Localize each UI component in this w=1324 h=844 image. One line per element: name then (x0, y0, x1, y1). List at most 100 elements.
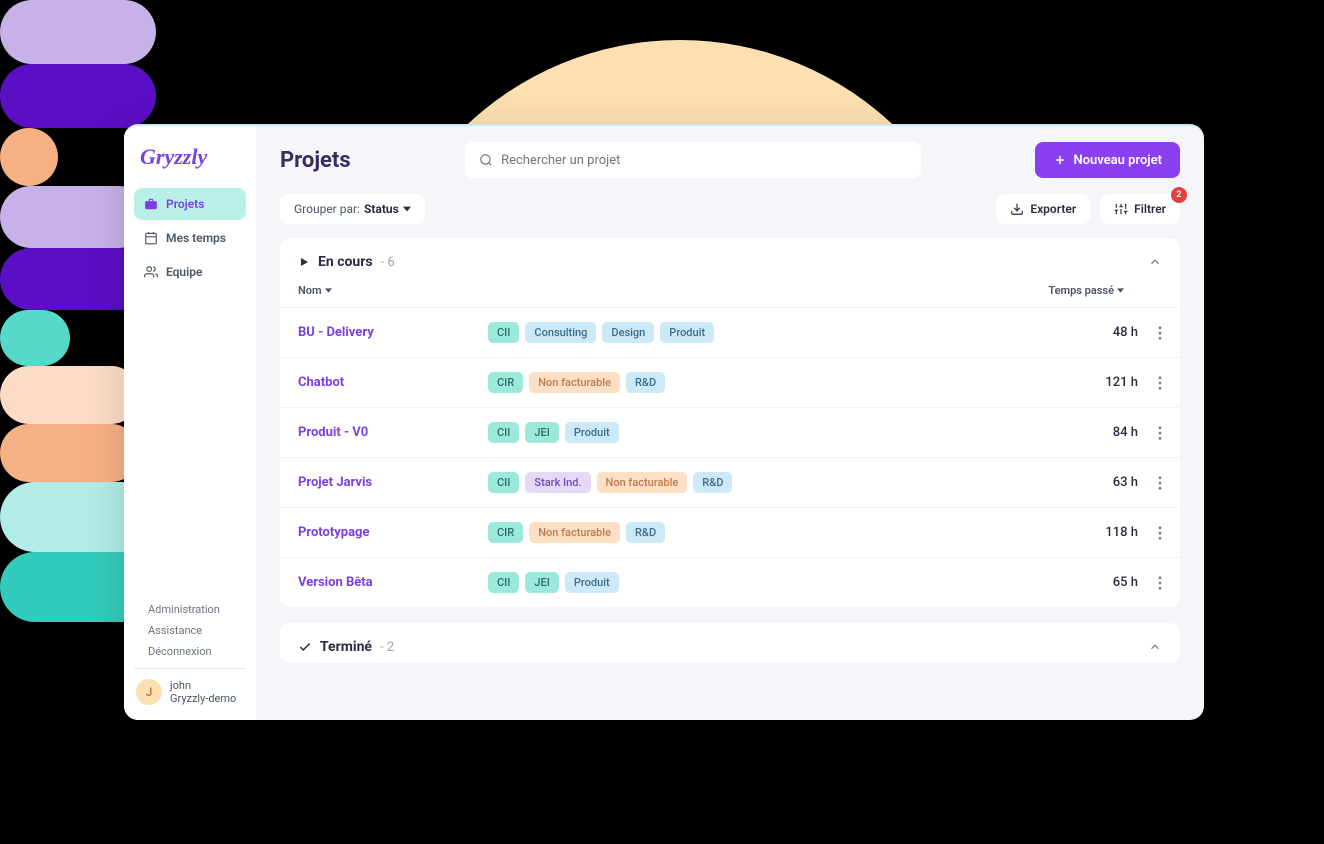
user-org: Gryzzly-demo (170, 692, 236, 706)
sidebar-link-admin[interactable]: Administration (140, 603, 246, 616)
new-project-button[interactable]: Nouveau projet (1035, 142, 1180, 178)
sidebar-item-mes-temps[interactable]: Mes temps (134, 222, 246, 254)
tag[interactable]: JEI (525, 422, 558, 443)
check-icon (298, 640, 312, 654)
tag[interactable]: CII (488, 572, 519, 593)
button-label: Filtrer (1134, 202, 1166, 216)
search-input[interactable] (501, 153, 907, 168)
toolbar: Grouper par: Status Exporter Filtrer 2 (256, 194, 1204, 238)
project-tags: CII Consulting Design Produit (488, 322, 714, 343)
primary-nav: Projets Mes temps Equipe (134, 188, 246, 288)
topbar: Projets Nouveau projet (256, 126, 1204, 194)
column-time[interactable]: Temps passé (1048, 284, 1162, 297)
download-icon (1010, 202, 1024, 216)
group-by-value: Status (364, 202, 399, 216)
tag[interactable]: JEI (525, 572, 558, 593)
group-by-selector[interactable]: Grouper par: Status (280, 194, 425, 224)
tag[interactable]: CIR (488, 522, 523, 543)
sidebar-item-equipe[interactable]: Equipe (134, 256, 246, 288)
tag[interactable]: R&D (626, 372, 665, 393)
calendar-icon (144, 231, 158, 245)
project-time: 65 h (1113, 575, 1138, 590)
project-row: PrototypageCIR Non facturable R&D 118 h (280, 507, 1180, 557)
tag[interactable]: CIR (488, 372, 523, 393)
chevron-up-icon[interactable] (1148, 255, 1162, 269)
tag[interactable]: Non facturable (529, 522, 620, 543)
user-chip[interactable]: J john Gryzzly-demo (134, 679, 246, 707)
tag[interactable]: Non facturable (597, 472, 688, 493)
tag[interactable]: Stark Ind. (525, 472, 590, 493)
column-name[interactable]: Nom (298, 284, 332, 297)
sidebar-footer: Administration Assistance Déconnexion (134, 603, 246, 658)
tag[interactable]: Non facturable (529, 372, 620, 393)
user-meta: john Gryzzly-demo (170, 679, 236, 707)
tag[interactable]: CII (488, 472, 519, 493)
tag[interactable]: Produit (565, 572, 619, 593)
project-tags: CIR Non facturable R&D (488, 372, 665, 393)
button-label: Nouveau projet (1073, 153, 1162, 168)
project-time: 84 h (1113, 425, 1138, 440)
bg-shape (0, 64, 156, 128)
project-name-link[interactable]: Prototypage (298, 525, 488, 540)
sidebar: Gryzzly ProjetsMes tempsEquipe Administr… (124, 126, 256, 720)
bg-shape (0, 424, 140, 482)
page-title: Projets (280, 148, 351, 173)
sidebar-link-assist[interactable]: Assistance (140, 624, 246, 637)
bg-shape (0, 366, 140, 424)
project-row: Produit - V0CII JEI Produit 84 h (280, 407, 1180, 457)
project-group: Terminé- 2 (280, 623, 1180, 663)
row-more-icon[interactable] (1158, 526, 1162, 540)
filter-button[interactable]: Filtrer 2 (1100, 194, 1180, 224)
tag[interactable]: Produit (660, 322, 714, 343)
tag[interactable]: R&D (693, 472, 732, 493)
project-name-link[interactable]: Produit - V0 (298, 425, 488, 440)
sidebar-item-label: Equipe (166, 265, 202, 279)
group-count: - 6 (381, 255, 395, 270)
tag[interactable]: Produit (565, 422, 619, 443)
project-row: BU - DeliveryCIIConsultingDesignProduit4… (280, 307, 1180, 357)
row-more-icon[interactable] (1158, 476, 1162, 490)
bg-shape (0, 128, 58, 186)
project-time: 118 h (1105, 525, 1138, 540)
sidebar-link-logout[interactable]: Déconnexion (140, 645, 246, 658)
project-name-link[interactable]: Chatbot (298, 375, 488, 390)
project-tags: CII JEI Produit (488, 572, 619, 593)
tag[interactable]: CII (488, 322, 519, 343)
project-name-link[interactable]: BU - Delivery (298, 325, 488, 340)
group-header[interactable]: Terminé- 2 (280, 623, 1180, 663)
bg-shape (0, 310, 70, 366)
plus-icon (1053, 153, 1067, 167)
project-tags: CIR Non facturable R&D (488, 522, 665, 543)
project-time: 121 h (1105, 375, 1138, 390)
export-button[interactable]: Exporter (996, 194, 1090, 224)
table-columns: Nom Temps passé (280, 278, 1180, 307)
row-more-icon[interactable] (1158, 326, 1162, 340)
bg-shape (0, 0, 156, 64)
sidebar-link-label: Assistance (148, 624, 202, 637)
people-icon (144, 265, 158, 279)
project-name-link[interactable]: Projet Jarvis (298, 475, 488, 490)
main-area: Projets Nouveau projet Grouper par: Stat… (256, 126, 1204, 720)
group-status: Terminé (320, 639, 372, 655)
row-more-icon[interactable] (1158, 376, 1162, 390)
group-header[interactable]: En cours- 6 (280, 238, 1180, 278)
project-tags: CII JEI Produit (488, 422, 619, 443)
project-name-link[interactable]: Version Bêta (298, 575, 488, 590)
project-row: ChatbotCIR Non facturable R&D 121 h (280, 357, 1180, 407)
chevron-up-icon[interactable] (1148, 640, 1162, 654)
search-icon (479, 153, 493, 167)
group-by-label: Grouper par: (294, 202, 360, 216)
search-box[interactable] (465, 142, 921, 178)
row-more-icon[interactable] (1158, 576, 1162, 590)
tag[interactable]: CII (488, 422, 519, 443)
tag[interactable]: Design (602, 322, 654, 343)
sidebar-item-label: Mes temps (166, 231, 226, 245)
tag[interactable]: Consulting (525, 322, 596, 343)
play-icon (298, 256, 310, 268)
filter-count-badge: 2 (1171, 187, 1187, 203)
tag[interactable]: R&D (626, 522, 665, 543)
button-label: Exporter (1030, 202, 1076, 216)
row-more-icon[interactable] (1158, 426, 1162, 440)
sidebar-item-projets[interactable]: Projets (134, 188, 246, 220)
project-tags: CII Stark Ind. Non facturableR&D (488, 472, 732, 493)
